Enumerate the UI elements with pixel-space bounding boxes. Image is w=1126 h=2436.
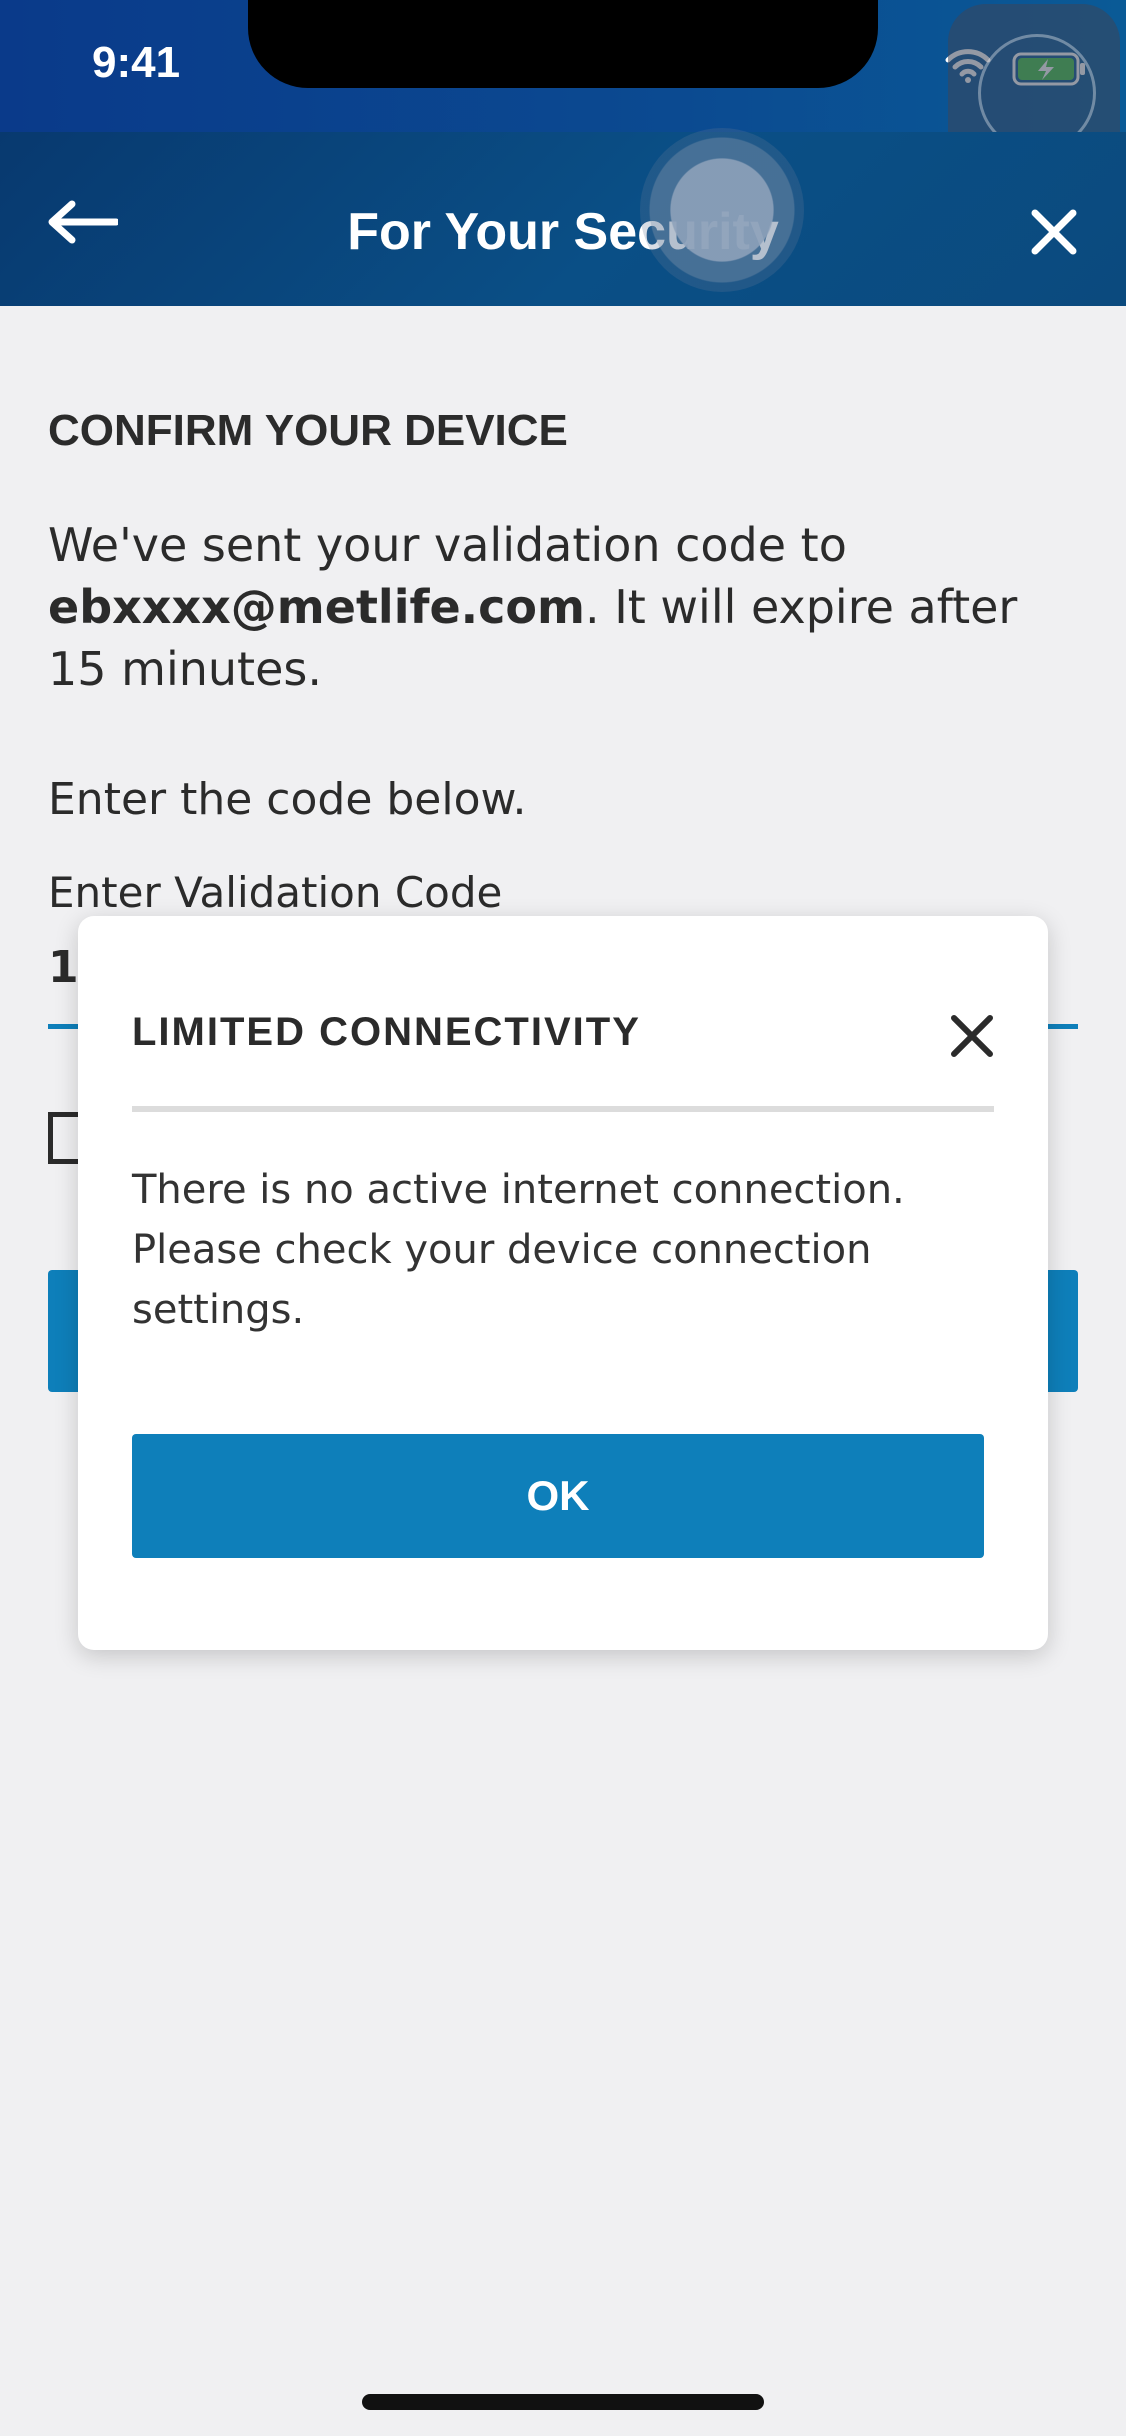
dialog-message: There is no active internet connection. … (132, 1167, 905, 1333)
intro-prefix: We've sent your validation code to (48, 518, 847, 572)
instruction-text: Enter the code below. (48, 774, 527, 825)
connectivity-dialog: LIMITED CONNECTIVITY There is no active … (78, 916, 1048, 1650)
intro-text: We've sent your validation code to ebxxx… (48, 514, 1078, 700)
email-address: ebxxxx@metlife.com (48, 580, 585, 634)
device-notch (248, 0, 878, 88)
status-time: 9:41 (92, 38, 181, 87)
home-indicator[interactable] (362, 2394, 764, 2410)
screen-corner-left (0, 0, 40, 40)
ok-button[interactable]: OK (132, 1434, 984, 1558)
close-icon[interactable] (948, 1012, 996, 1064)
page-title: For Your Security (347, 203, 779, 261)
validation-code-label: Enter Validation Code (48, 868, 503, 917)
section-heading: CONFIRM YOUR DEVICE (48, 406, 568, 455)
touch-indicator (640, 128, 804, 292)
app-header: For Your Security (0, 132, 1126, 306)
close-icon[interactable] (1030, 208, 1078, 260)
dialog-divider (132, 1106, 994, 1112)
dialog-title: LIMITED CONNECTIVITY (132, 1010, 641, 1054)
validation-code-input[interactable]: 1 (48, 942, 79, 993)
